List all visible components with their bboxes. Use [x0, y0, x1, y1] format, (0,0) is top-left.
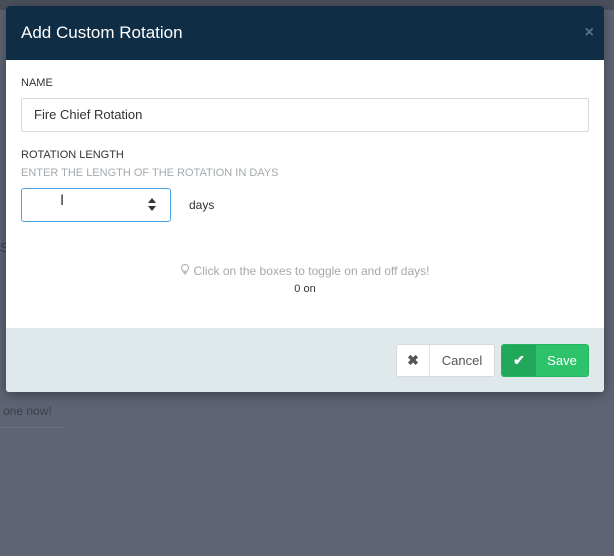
modal-body: NAME Fire Chief Rotation ROTATION LENGTH… [6, 60, 604, 328]
modal-header: Add Custom Rotation × [6, 6, 604, 60]
close-icon[interactable]: × [585, 24, 594, 42]
on-days-count: 0 on [294, 283, 316, 295]
spinner-down-icon[interactable] [148, 206, 156, 211]
x-icon: ✖ [397, 345, 430, 376]
lightbulb-icon [180, 263, 189, 278]
toggle-hint: Click on the boxes to toggle on and off … [6, 263, 604, 278]
background-divider [0, 427, 64, 428]
add-custom-rotation-modal: Add Custom Rotation × NAME Fire Chief Ro… [6, 6, 604, 392]
save-button-label: Save [547, 353, 577, 368]
save-button[interactable]: ✔ Save [501, 344, 589, 377]
background-text: one now! [3, 404, 52, 418]
days-unit-label: days [189, 198, 215, 212]
check-icon: ✔ [502, 345, 536, 376]
cancel-button-label: Cancel [441, 353, 483, 368]
rotation-length-label: ROTATION LENGTH [21, 149, 124, 161]
text-cursor-icon: I [60, 193, 65, 209]
toggle-hint-text: Click on the boxes to toggle on and off … [193, 264, 430, 278]
name-label: NAME [21, 77, 53, 89]
name-input[interactable]: Fire Chief Rotation [21, 98, 589, 132]
spinner-up-icon[interactable] [148, 198, 156, 203]
modal-title: Add Custom Rotation [21, 23, 183, 42]
rotation-length-hint: ENTER THE LENGTH OF THE ROTATION IN DAYS [21, 167, 279, 179]
modal-footer: ✖ Cancel ✔ Save [6, 328, 604, 392]
cancel-button[interactable]: ✖ Cancel [396, 344, 495, 377]
spinner-arrows-icon[interactable] [148, 197, 158, 213]
rotation-length-input[interactable]: I [21, 188, 171, 222]
